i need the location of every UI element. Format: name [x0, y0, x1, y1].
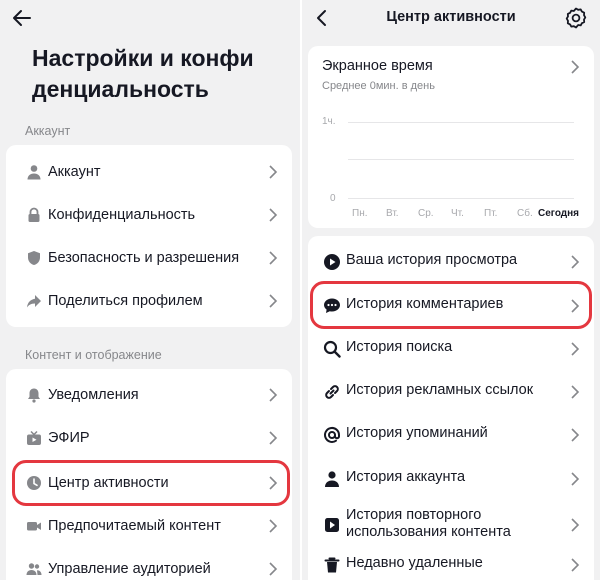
menu-item-label: История рекламных ссылок — [346, 382, 534, 398]
play-circle-icon — [322, 252, 342, 272]
bell-icon — [24, 385, 44, 405]
screen-time-title: Экранное время — [322, 58, 433, 74]
day-label-today: Сегодня — [538, 208, 580, 219]
screen-time-card[interactable]: Экранное время Среднее 0мин. в день 1ч. … — [308, 46, 594, 228]
menu-item-label: Центр активности — [48, 474, 169, 491]
header: Центр активности — [302, 0, 600, 36]
lock-icon — [24, 205, 44, 225]
y-tick-label: 0 — [330, 193, 336, 204]
y-tick-label: 1ч. — [322, 116, 336, 127]
link-icon — [322, 382, 342, 402]
chevron-right-icon — [269, 207, 278, 222]
person-icon — [24, 162, 44, 182]
menu-item-label: Ваша история просмотра — [346, 252, 518, 268]
menu-item-content-reuse-history[interactable]: История повторного использования контент… — [308, 503, 594, 546]
repost-icon — [322, 515, 342, 535]
menu-item-search-history[interactable]: История поиска — [308, 327, 594, 370]
at-icon — [322, 425, 342, 445]
menu-item-watch-history[interactable]: Ваша история просмотра — [308, 240, 594, 283]
chevron-right-icon — [571, 428, 580, 442]
chevron-right-icon — [269, 475, 278, 490]
menu-item-label: ЭФИР — [48, 429, 90, 446]
menu-item-label: История повторного использования контент… — [346, 507, 511, 540]
section-label-content: Контент и отображение — [25, 348, 162, 362]
gridline — [348, 122, 574, 123]
activity-history-card: Ваша история просмотра История комментар… — [308, 236, 594, 580]
search-icon — [322, 339, 342, 359]
day-label: Чт. — [451, 208, 464, 219]
menu-item-ad-link-history[interactable]: История рекламных ссылок — [308, 370, 594, 413]
chevron-right-icon — [269, 164, 278, 179]
menu-item-account[interactable]: Аккаунт — [6, 150, 292, 193]
menu-item-security[interactable]: Безопасность и разрешения — [6, 236, 292, 279]
chevron-right-icon — [269, 387, 278, 402]
menu-item-mention-history[interactable]: История упоминаний — [308, 413, 594, 456]
menu-item-comment-history[interactable]: История комментариев — [308, 284, 594, 327]
shield-icon — [24, 248, 44, 268]
day-label: Ср. — [418, 208, 434, 219]
chevron-right-icon — [571, 60, 580, 74]
account-card: Аккаунт Конфиденциальность Безопасность … — [6, 145, 292, 327]
back-arrow-icon[interactable] — [10, 6, 34, 30]
chevron-right-icon — [571, 342, 580, 356]
share-icon — [24, 291, 44, 311]
menu-item-label: История упоминаний — [346, 425, 488, 441]
menu-item-share-profile[interactable]: Поделиться профилем — [6, 279, 292, 322]
video-camera-icon — [24, 516, 44, 536]
menu-item-label: Безопасность и разрешения — [48, 249, 240, 266]
header-title: Центр активности — [386, 9, 516, 25]
menu-item-audience-controls[interactable]: Управление аудиторией — [6, 547, 292, 580]
gridline — [348, 198, 574, 199]
people-icon — [24, 559, 44, 579]
menu-item-label: Предпочитаемый контент — [48, 517, 221, 534]
menu-item-content-preferences[interactable]: Предпочитаемый контент — [6, 504, 292, 547]
comment-icon — [322, 296, 342, 316]
day-label: Пт. — [484, 208, 498, 219]
chevron-right-icon — [571, 255, 580, 269]
menu-item-label: История комментариев — [346, 296, 504, 312]
menu-item-label: Недавно удаленные — [346, 555, 483, 571]
chevron-right-icon — [571, 385, 580, 399]
menu-item-label: Поделиться профилем — [48, 292, 203, 309]
chevron-right-icon — [571, 558, 580, 572]
day-label: Вт. — [386, 208, 399, 219]
menu-item-privacy[interactable]: Конфиденциальность — [6, 193, 292, 236]
menu-item-label: Аккаунт — [48, 163, 101, 180]
menu-item-recently-deleted[interactable]: Недавно удаленные — [308, 543, 594, 580]
screen-time-subtitle: Среднее 0мин. в день — [322, 80, 435, 92]
chevron-right-icon — [269, 250, 278, 265]
activity-center-panel: Центр активности Экранное время Среднее … — [302, 0, 600, 580]
person-icon — [322, 469, 342, 489]
chevron-right-icon — [269, 561, 278, 576]
menu-item-activity-center[interactable]: Центр активности — [6, 461, 292, 504]
page-title: Настройки и конфи денциальность — [32, 45, 254, 102]
menu-item-account-history[interactable]: История аккаунта — [308, 457, 594, 500]
menu-item-label: Конфиденциальность — [48, 206, 196, 223]
menu-item-label: История аккаунта — [346, 469, 466, 485]
live-tv-icon — [24, 428, 44, 448]
menu-item-label: Управление аудиторией — [48, 560, 211, 577]
menu-item-label: Уведомления — [48, 386, 139, 403]
section-label-account: Аккаунт — [25, 124, 71, 138]
chevron-right-icon — [269, 430, 278, 445]
chevron-right-icon — [269, 293, 278, 308]
day-label: Сб. — [517, 208, 533, 219]
day-label: Пн. — [352, 208, 368, 219]
chevron-right-icon — [571, 299, 580, 313]
menu-item-label: История поиска — [346, 339, 453, 355]
settings-privacy-panel: Настройки и конфи денциальность Аккаунт … — [0, 0, 300, 580]
trash-icon — [322, 555, 342, 575]
gridline — [348, 159, 574, 160]
chevron-right-icon — [269, 518, 278, 533]
menu-item-live[interactable]: ЭФИР — [6, 416, 292, 459]
menu-item-notifications[interactable]: Уведомления — [6, 373, 292, 416]
gear-icon[interactable] — [564, 6, 588, 30]
chevron-right-icon — [571, 472, 580, 486]
clock-icon — [24, 473, 44, 493]
chevron-right-icon — [571, 518, 580, 532]
content-card: Уведомления ЭФИР Центр активности Предпо… — [6, 369, 292, 580]
